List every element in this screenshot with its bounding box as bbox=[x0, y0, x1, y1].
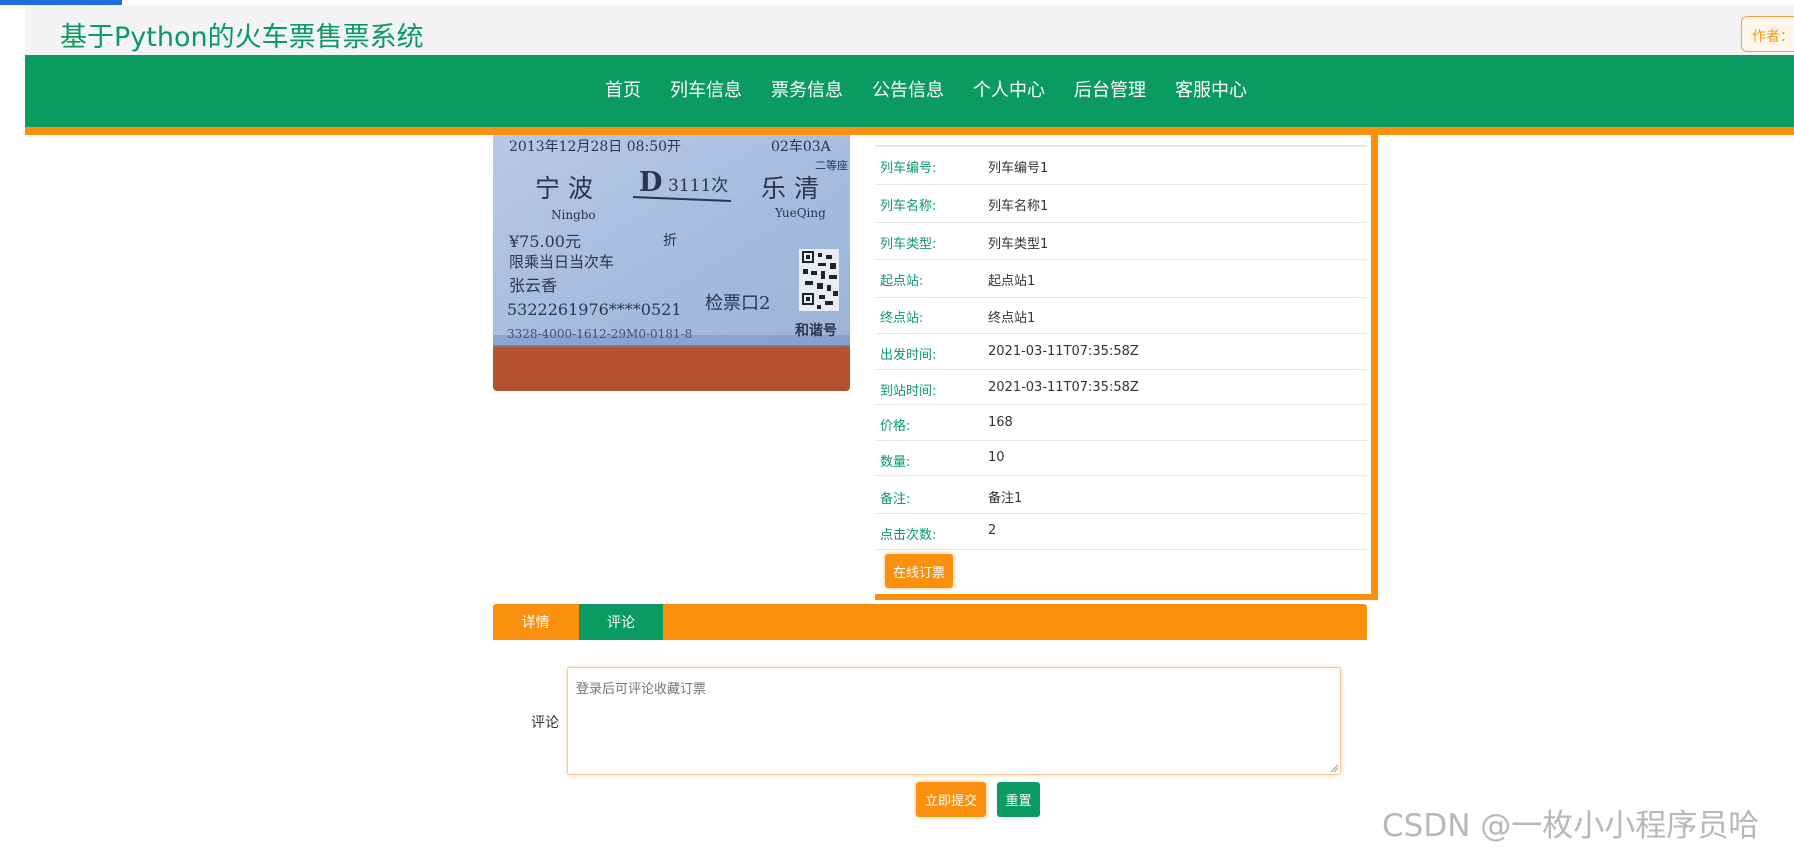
resize-grip-icon[interactable] bbox=[1330, 764, 1339, 773]
site-title: 基于Python的火车票售票系统 bbox=[60, 22, 424, 53]
detail-label: 到站时间: bbox=[880, 384, 937, 399]
ticket-car-seat: 02车03A bbox=[771, 138, 832, 155]
detail-label: 点击次数: bbox=[880, 528, 937, 543]
ticket-passenger: 张云香 bbox=[509, 276, 557, 295]
detail-row-click-count: 点击次数: 2 bbox=[875, 513, 1367, 549]
detail-row-arrival-time: 到站时间: 2021-03-11T07:35:58Z bbox=[875, 369, 1367, 404]
ticket-seat-class: 二等座 bbox=[815, 158, 848, 172]
detail-value: 2021-03-11T07:35:58Z bbox=[988, 380, 1139, 395]
tab-detail[interactable]: 详情 bbox=[493, 604, 578, 640]
detail-value: 168 bbox=[988, 415, 1013, 430]
ticket-price: ¥75.00元 bbox=[508, 232, 581, 251]
detail-value: 备注1 bbox=[988, 491, 1023, 506]
author-badge: 作者：adm bbox=[1741, 16, 1794, 52]
order-online-button[interactable]: 在线订票 bbox=[885, 554, 953, 588]
detail-row-destination: 终点站: 终点站1 bbox=[875, 297, 1367, 333]
nav-accent-line bbox=[25, 127, 1794, 135]
detail-value: 列车编号1 bbox=[988, 161, 1049, 176]
ticket-note: 限乘当日当次车 bbox=[509, 253, 614, 271]
detail-row-departure-time: 出发时间: 2021-03-11T07:35:58Z bbox=[875, 333, 1367, 369]
ticket-to-pinyin: YueQing bbox=[774, 206, 826, 220]
detail-label: 出发时间: bbox=[880, 348, 937, 363]
ticket-to-station: 乐 清 bbox=[761, 174, 819, 203]
detail-label: 价格: bbox=[880, 419, 911, 434]
detail-label: 起点站: bbox=[880, 274, 924, 289]
detail-value: 列车类型1 bbox=[988, 237, 1049, 252]
nav-item-admin[interactable]: 后台管理 bbox=[1074, 55, 1146, 127]
csdn-watermark: CSDN @一枚小小程序员哈 bbox=[1382, 808, 1760, 844]
ticket-slogan: 和谐号 bbox=[795, 322, 837, 339]
comment-label: 评论 bbox=[531, 715, 559, 731]
nav-item-train-info[interactable]: 列车信息 bbox=[670, 55, 742, 127]
detail-value: 10 bbox=[988, 450, 1005, 465]
detail-label: 备注: bbox=[880, 492, 911, 507]
detail-tabs: 详情 评论 bbox=[493, 604, 1367, 640]
detail-row-price: 价格: 168 bbox=[875, 404, 1367, 440]
detail-value: 2021-03-11T07:35:58Z bbox=[988, 344, 1139, 359]
detail-row-remarks: 备注: 备注1 bbox=[875, 475, 1367, 513]
nav-item-personal-center[interactable]: 个人中心 bbox=[973, 55, 1045, 127]
ticket-discount: 折 bbox=[663, 233, 677, 249]
detail-label: 列车名称: bbox=[880, 199, 937, 214]
ticket-train-prefix: D bbox=[639, 167, 662, 198]
ticket-gate: 检票口2 bbox=[705, 293, 770, 314]
ticket-serial: 3328-4000-1612-29M0-0181-8 bbox=[507, 327, 692, 341]
tab-comment[interactable]: 评论 bbox=[579, 604, 663, 640]
comment-textarea[interactable] bbox=[567, 667, 1341, 775]
detail-label: 列车类型: bbox=[880, 237, 937, 252]
detail-value: 起点站1 bbox=[988, 274, 1036, 289]
detail-row-train-name: 列车名称: 列车名称1 bbox=[875, 184, 1367, 222]
detail-row-train-number: 列车编号: 列车编号1 bbox=[875, 146, 1367, 184]
ticket-id-number: 5322261976****0521 bbox=[507, 300, 682, 319]
detail-value: 列车名称1 bbox=[988, 199, 1049, 214]
nav-item-ticket-info[interactable]: 票务信息 bbox=[771, 55, 843, 127]
submit-comment-button[interactable]: 立即提交 bbox=[916, 782, 986, 817]
nav-item-home[interactable]: 首页 bbox=[605, 55, 641, 127]
detail-row-origin: 起点站: 起点站1 bbox=[875, 259, 1367, 297]
ticket-qr-code bbox=[799, 249, 839, 311]
train-ticket-image: 2013年12月28日 08:50开 02车03A 二等座 宁 波 D 3111… bbox=[493, 135, 850, 391]
detail-value: 2 bbox=[988, 523, 997, 538]
nav-item-customer-service[interactable]: 客服中心 bbox=[1175, 55, 1247, 127]
detail-row-quantity: 数量: 10 bbox=[875, 440, 1367, 475]
ticket-from-pinyin: Ningbo bbox=[551, 208, 596, 222]
detail-label: 终点站: bbox=[880, 311, 924, 326]
detail-value: 终点站1 bbox=[988, 311, 1036, 326]
ticket-date: 2013年12月28日 08:50开 bbox=[509, 139, 681, 155]
ticket-from-station: 宁 波 bbox=[535, 174, 593, 203]
detail-label: 数量: bbox=[880, 455, 911, 470]
detail-row-train-type: 列车类型: 列车类型1 bbox=[875, 222, 1367, 259]
header: 基于Python的火车票售票系统 作者：adm bbox=[25, 5, 1794, 55]
detail-bottom-divider bbox=[875, 549, 1367, 550]
nav-item-announcements[interactable]: 公告信息 bbox=[872, 55, 944, 127]
train-detail-panel: 列车编号: 列车编号1 列车名称: 列车名称1 列车类型: 列车类型1 起点站:… bbox=[875, 135, 1378, 600]
ticket-train-number: 3111次 bbox=[668, 176, 728, 196]
reset-button[interactable]: 重置 bbox=[997, 782, 1040, 817]
detail-label: 列车编号: bbox=[880, 161, 937, 176]
main-nav: 首页 列车信息 票务信息 公告信息 个人中心 后台管理 客服中心 bbox=[25, 55, 1794, 127]
